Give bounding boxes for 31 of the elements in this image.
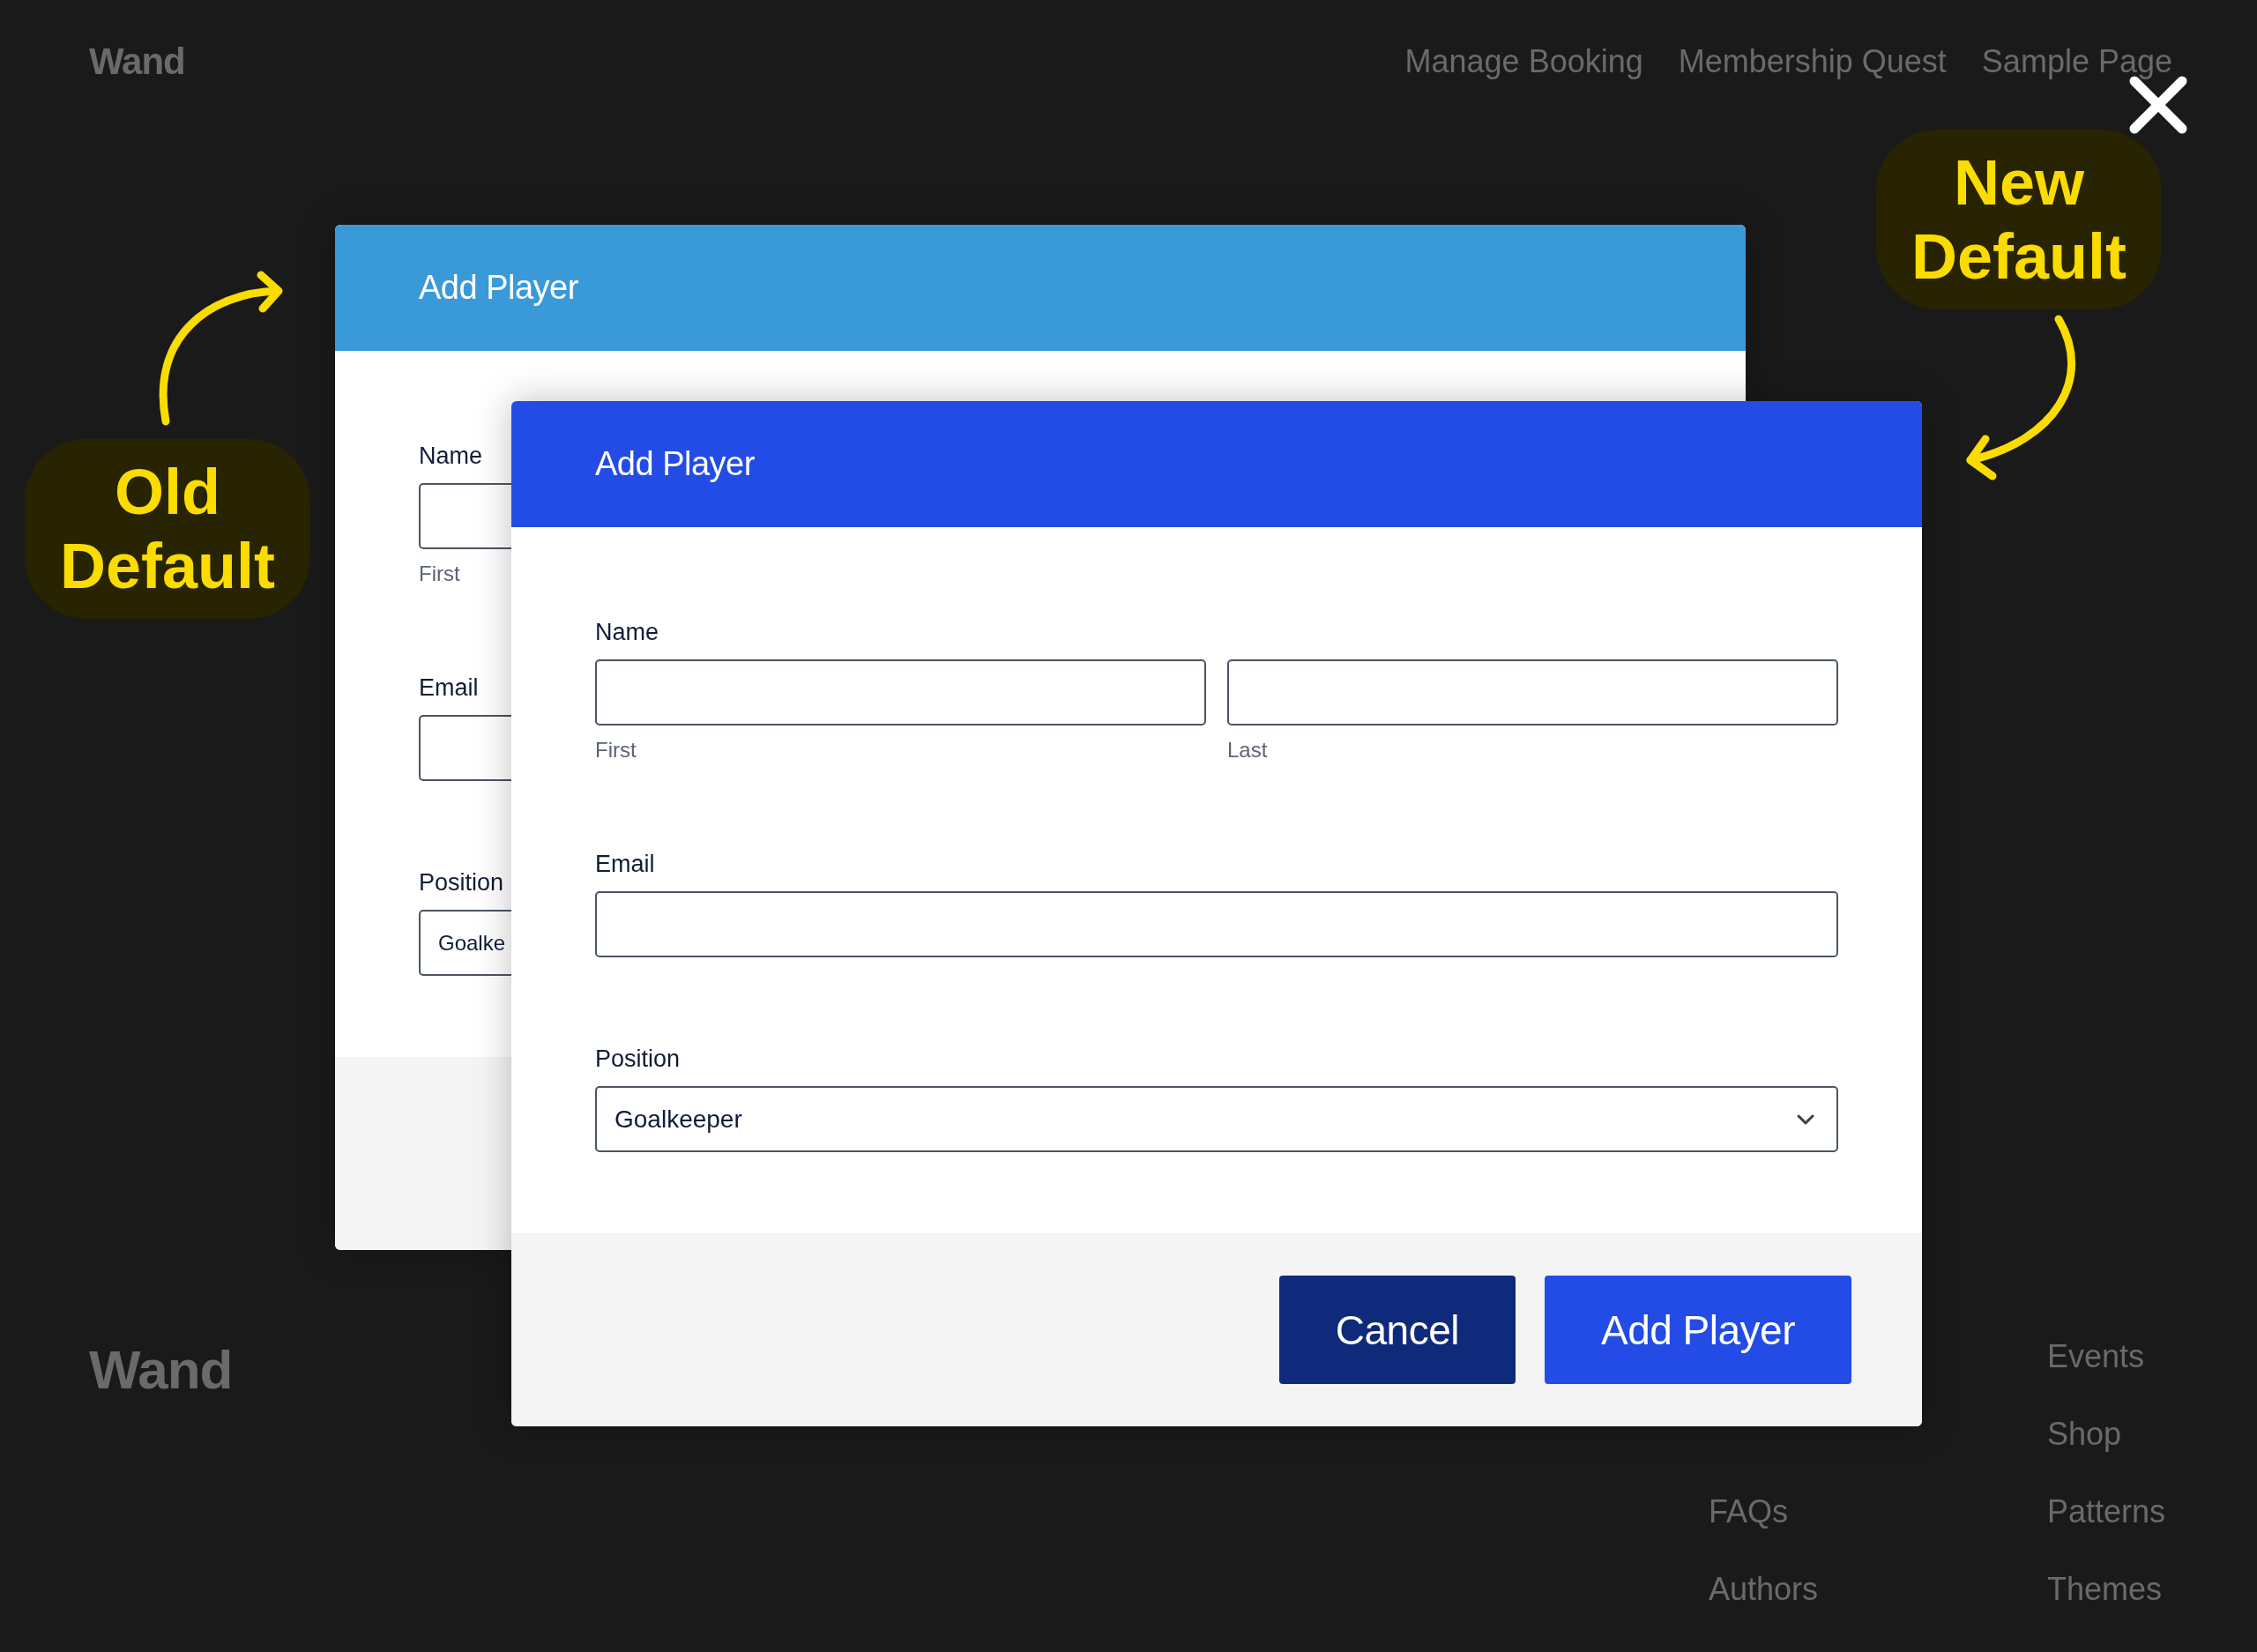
nav-link[interactable]: Sample Page bbox=[1981, 43, 2172, 80]
dialog-title: Add Player bbox=[419, 269, 578, 307]
field-label: Position bbox=[595, 1045, 681, 1074]
dialog-title: Add Player bbox=[595, 445, 755, 483]
field-label: Email bbox=[419, 673, 479, 703]
field-label: Position bbox=[419, 868, 504, 897]
footer-logo[interactable]: Wand bbox=[89, 1338, 233, 1401]
position-select[interactable]: Goalkeeper bbox=[595, 1086, 1838, 1152]
field-sublabel: Last bbox=[1227, 738, 1268, 763]
annotation-label: New Default bbox=[1876, 130, 2163, 309]
add-player-button[interactable]: Add Player bbox=[1545, 1276, 1851, 1384]
annotation-label: Old Default bbox=[25, 439, 310, 619]
field-label: Name bbox=[419, 442, 483, 471]
footer-link[interactable]: Authors bbox=[1709, 1571, 2047, 1608]
footer-link[interactable]: Shop bbox=[2047, 1416, 2206, 1453]
site-logo[interactable]: Wand bbox=[89, 41, 185, 83]
cancel-button[interactable]: Cancel bbox=[1278, 1276, 1516, 1384]
field-label: Email bbox=[595, 850, 655, 879]
footer-link[interactable]: Patterns bbox=[2047, 1493, 2206, 1530]
field-sublabel: First bbox=[419, 562, 460, 586]
text-input-field[interactable] bbox=[595, 659, 1206, 726]
text-input-field[interactable] bbox=[1227, 659, 1838, 726]
field-label: Name bbox=[595, 618, 659, 647]
chevron-down-icon bbox=[1796, 1112, 1815, 1126]
footer-link[interactable]: FAQs bbox=[1709, 1493, 2047, 1530]
nav-link[interactable]: Membership Quest bbox=[1678, 43, 1947, 80]
nav-link[interactable]: Manage Booking bbox=[1404, 43, 1643, 80]
footer-link[interactable]: Themes bbox=[2047, 1571, 2206, 1608]
email-input-field[interactable] bbox=[595, 891, 1838, 957]
footer-link[interactable]: Events bbox=[2047, 1338, 2206, 1375]
field-sublabel: First bbox=[595, 738, 637, 763]
